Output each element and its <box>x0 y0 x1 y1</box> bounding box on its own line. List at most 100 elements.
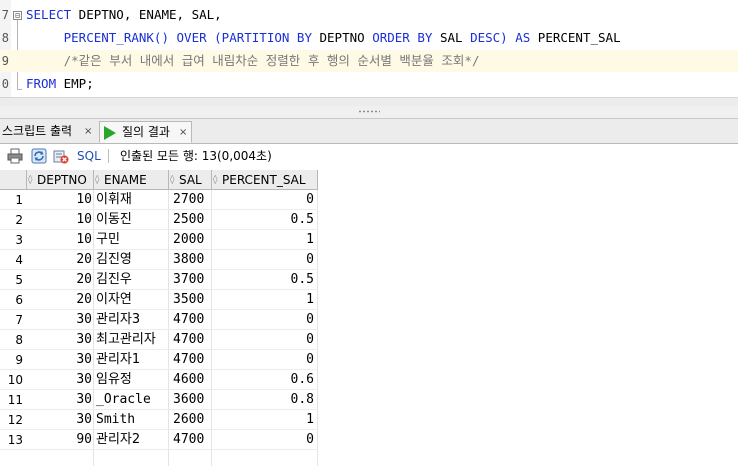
cell-sal[interactable]: 4700 <box>169 430 212 450</box>
column-header-deptno[interactable]: ◊ DEPTNO <box>27 170 94 190</box>
table-row[interactable]: 5 20 김진우 3700 0.5 <box>0 270 320 290</box>
cell-ename[interactable]: 관리자2 <box>94 430 169 450</box>
cell-sal[interactable]: 3600 <box>169 390 212 410</box>
cell-percent-sal[interactable]: 0.8 <box>212 390 318 410</box>
cell-ename[interactable]: 최고관리자 <box>94 330 169 350</box>
cell-percent-sal[interactable]: 0.5 <box>212 210 318 230</box>
cell-ename[interactable]: Smith <box>94 410 169 430</box>
cell-deptno[interactable]: 30 <box>27 330 94 350</box>
cell-deptno[interactable]: 10 <box>27 230 94 250</box>
cell-ename[interactable]: 임유정 <box>94 370 169 390</box>
code-line[interactable]: 0 FROM EMP; <box>0 73 738 95</box>
cell-ename[interactable]: 이동진 <box>94 210 169 230</box>
cell-sal[interactable]: 4700 <box>169 350 212 370</box>
sql-link[interactable]: SQL <box>77 148 101 164</box>
cell-percent-sal[interactable]: 0 <box>212 350 318 370</box>
cell-ename[interactable]: 김진영 <box>94 250 169 270</box>
row-number[interactable]: 3 <box>0 230 27 250</box>
tab-script-output[interactable]: 스크립트 출력 × <box>0 121 96 142</box>
row-number[interactable]: 5 <box>0 270 27 290</box>
table-row[interactable]: 4 20 김진영 3800 0 <box>0 250 320 270</box>
table-row[interactable]: 9 30 관리자1 4700 0 <box>0 350 320 370</box>
cell-sal[interactable]: 2600 <box>169 410 212 430</box>
row-number[interactable]: 1 <box>0 190 27 210</box>
cell-percent-sal[interactable]: 0 <box>212 430 318 450</box>
cell-percent-sal[interactable]: 1 <box>212 230 318 250</box>
cell-sal[interactable]: 4700 <box>169 310 212 330</box>
cell-percent-sal[interactable]: 1 <box>212 290 318 310</box>
code-text[interactable]: SELECT DEPTNO, ENAME, SAL, <box>26 4 222 26</box>
cell-deptno[interactable]: 90 <box>27 430 94 450</box>
cell-sal[interactable]: 3800 <box>169 250 212 270</box>
cell-ename[interactable]: 이휘재 <box>94 190 169 210</box>
cell-deptno[interactable]: 20 <box>27 250 94 270</box>
column-header-percent-sal[interactable]: ◊ PERCENT_SAL <box>212 170 318 190</box>
row-number[interactable]: 8 <box>0 330 27 350</box>
cancel-query-icon[interactable] <box>53 148 69 164</box>
cell-deptno[interactable]: 30 <box>27 350 94 370</box>
row-number[interactable]: 11 <box>0 390 27 410</box>
table-row[interactable]: 8 30 최고관리자 4700 0 <box>0 330 320 350</box>
panel-splitter[interactable] <box>0 106 738 119</box>
cell-ename[interactable]: 김진우 <box>94 270 169 290</box>
row-number[interactable]: 7 <box>0 310 27 330</box>
cell-sal[interactable]: 2000 <box>169 230 212 250</box>
row-number[interactable]: 9 <box>0 350 27 370</box>
column-header-ename[interactable]: ◊ ENAME <box>94 170 169 190</box>
cell-sal[interactable]: 4600 <box>169 370 212 390</box>
table-row[interactable]: 10 30 임유정 4600 0.6 <box>0 370 320 390</box>
cell-ename[interactable]: 관리자3 <box>94 310 169 330</box>
table-row[interactable]: 1 10 이휘재 2700 0 <box>0 190 320 210</box>
row-number[interactable]: 12 <box>0 410 27 430</box>
table-row[interactable]: 2 10 이동진 2500 0.5 <box>0 210 320 230</box>
cell-deptno[interactable]: 30 <box>27 410 94 430</box>
sql-editor[interactable]: ⊟ 7 SELECT DEPTNO, ENAME, SAL, 8 PERCENT_R… <box>0 0 738 107</box>
table-row[interactable]: 11 30 _Oracle 3600 0.8 <box>0 390 320 410</box>
cell-percent-sal[interactable]: 0.6 <box>212 370 318 390</box>
code-text[interactable]: /*같은 부서 내에서 급여 내림차순 정렬한 후 행의 순서별 백분율 조회*… <box>26 50 480 72</box>
cell-percent-sal[interactable]: 0.5 <box>212 270 318 290</box>
code-line[interactable]: 7 SELECT DEPTNO, ENAME, SAL, <box>0 4 738 26</box>
column-header-sal[interactable]: ◊ SAL <box>169 170 212 190</box>
cell-sal[interactable]: 2700 <box>169 190 212 210</box>
row-number[interactable]: 4 <box>0 250 27 270</box>
cell-deptno[interactable]: 20 <box>27 270 94 290</box>
code-line[interactable]: 8 PERCENT_RANK() OVER (PARTITION BY DEPT… <box>0 27 738 49</box>
row-number[interactable]: 13 <box>0 430 27 450</box>
cell-percent-sal[interactable]: 0 <box>212 190 318 210</box>
cell-percent-sal[interactable]: 1 <box>212 410 318 430</box>
table-row[interactable]: 3 10 구민 2000 1 <box>0 230 320 250</box>
code-text[interactable]: PERCENT_RANK() OVER (PARTITION BY DEPTNO… <box>26 27 621 49</box>
cell-percent-sal[interactable]: 0 <box>212 330 318 350</box>
cell-deptno[interactable]: 20 <box>27 290 94 310</box>
grid-corner-header[interactable] <box>0 170 27 190</box>
row-number[interactable]: 10 <box>0 370 27 390</box>
cell-sal[interactable]: 3500 <box>169 290 212 310</box>
cell-sal[interactable]: 4700 <box>169 330 212 350</box>
row-number[interactable]: 2 <box>0 210 27 230</box>
cell-deptno[interactable]: 10 <box>27 190 94 210</box>
cell-deptno[interactable]: 10 <box>27 210 94 230</box>
close-icon[interactable]: × <box>179 122 187 143</box>
splitter-grip[interactable] <box>358 110 380 113</box>
table-row[interactable]: 7 30 관리자3 4700 0 <box>0 310 320 330</box>
cell-ename[interactable]: _Oracle <box>94 390 169 410</box>
tab-query-result[interactable]: 질의 결과 × <box>99 121 192 143</box>
table-row[interactable]: 12 30 Smith 2600 1 <box>0 410 320 430</box>
cell-sal[interactable]: 3700 <box>169 270 212 290</box>
close-icon[interactable]: × <box>84 121 92 142</box>
cell-percent-sal[interactable]: 0 <box>212 310 318 330</box>
cell-ename[interactable]: 구민 <box>94 230 169 250</box>
cell-ename[interactable]: 관리자1 <box>94 350 169 370</box>
cell-deptno[interactable]: 30 <box>27 310 94 330</box>
table-row[interactable]: 6 20 이자연 3500 1 <box>0 290 320 310</box>
table-row[interactable]: 13 90 관리자2 4700 0 <box>0 430 320 450</box>
cell-deptno[interactable]: 30 <box>27 390 94 410</box>
refresh-icon[interactable] <box>31 148 47 164</box>
cell-deptno[interactable]: 30 <box>27 370 94 390</box>
cell-percent-sal[interactable]: 0 <box>212 250 318 270</box>
results-grid[interactable]: ◊ DEPTNO ◊ ENAME ◊ SAL ◊ PERCENT_SAL 1 10… <box>0 170 738 466</box>
code-line[interactable]: 9 /*같은 부서 내에서 급여 내림차순 정렬한 후 행의 순서별 백분율 조… <box>0 50 738 72</box>
code-text[interactable]: FROM EMP; <box>26 73 94 95</box>
row-number[interactable]: 6 <box>0 290 27 310</box>
